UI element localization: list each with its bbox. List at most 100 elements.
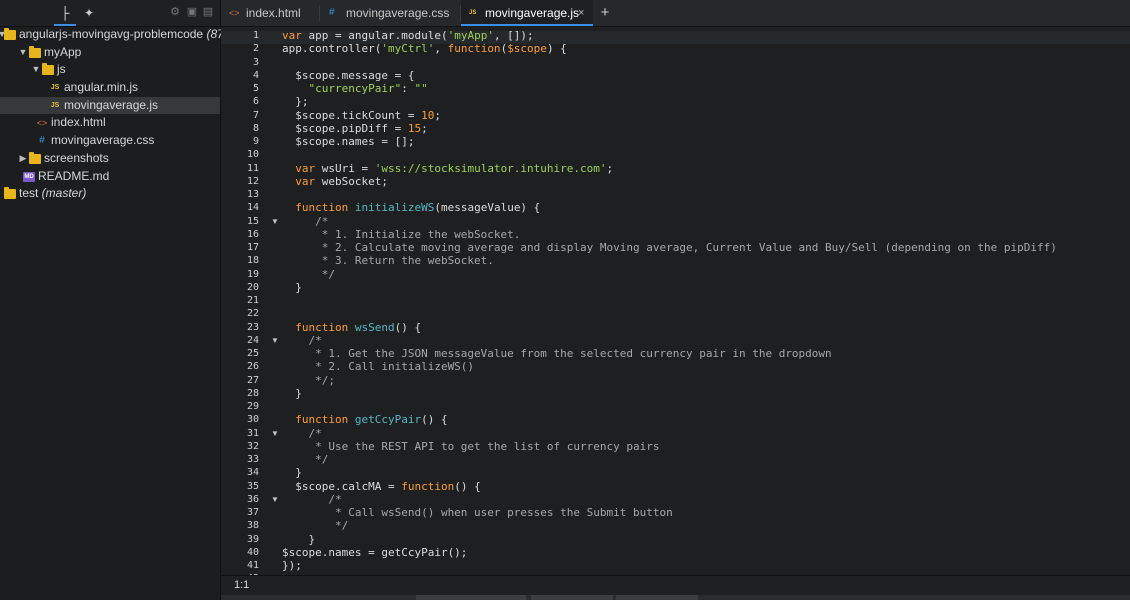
code-line[interactable]: } [282,533,315,546]
code-line[interactable]: $scope.names = []; [282,135,414,148]
code-line[interactable]: var webSocket; [282,175,388,188]
code-line[interactable]: function getCcyPair() { [282,413,447,426]
line-number: 37 [246,507,259,518]
code-editor[interactable]: 1 2 3 4 5 6 7 8 9 10 11 12 13 14 15 ▼ 16 17 18 19 20 21 22 23 24… [221,27,1130,575]
code-token: wsSend [354,320,395,334]
chevron-down-icon[interactable]: ▼ [31,61,41,79]
code-line[interactable]: } [282,281,302,294]
tree-item[interactable]: ▼ myApp [0,44,220,62]
tree-item[interactable]: ▶ screenshots [0,150,220,168]
line-number: 33 [246,454,259,465]
cursor-position[interactable]: 1:1 [234,579,249,591]
code-line[interactable]: */ [282,453,328,466]
code-token: $scope.tickCount = [282,108,422,122]
tab-movingaverage-js[interactable]: JS movingaverage.js × [461,0,593,27]
code-line[interactable]: } [282,387,302,400]
fold-toggle-icon[interactable]: ▼ [271,334,279,347]
fold-toggle-icon[interactable]: ▼ [271,427,279,440]
sidebar-header: ├ ✦ ⚙ ▣ ▤ [0,0,220,27]
tree-item[interactable]: ▼angularjs-movingavg-problemcode (87_1 [0,26,237,44]
code-line[interactable]: $scope.message = { [282,69,414,82]
line-number: 3 [252,56,259,68]
code-token: } [282,532,316,546]
code-token: function [282,201,349,215]
code-line[interactable]: * 1. Initialize the webSocket. [282,228,521,241]
code-line[interactable]: }); [282,559,302,572]
code-line[interactable]: function wsSend() { [282,321,421,334]
code-token: 'wss://stocksimulator.intuhire.com' [374,161,607,175]
gear-icon[interactable]: ⚙ [169,6,181,18]
code-line[interactable]: /* [282,215,328,228]
bottom-panel-tab[interactable] [416,595,526,600]
tab-index-html[interactable]: <> index.html [221,0,319,26]
fold-toggle-icon[interactable]: ▼ [271,493,279,506]
code-line[interactable]: } [282,466,302,479]
code-token: */ [282,519,349,533]
code-token: () { [394,320,422,334]
code-line[interactable]: */ [282,268,335,281]
structure-view-icon[interactable]: ✦ [81,5,97,21]
tree-item-label: README.md [38,168,110,183]
code-line[interactable]: var app = angular.module('myApp', []); [282,29,534,42]
add-tab-button[interactable]: + [598,0,612,25]
tree-item[interactable]: JS angular.min.js [0,79,220,97]
line-number: 26 [246,361,259,373]
code-line[interactable]: function initializeWS(messageValue) { [282,201,540,214]
line-number: 32 [246,440,259,452]
code-line[interactable]: * 3. Return the webSocket. [282,254,494,267]
line-number: 23 [246,321,259,333]
code-area[interactable]: var app = angular.module('myApp', []); ap… [282,27,1130,575]
code-token: , [434,42,448,56]
bottom-panel-tab[interactable] [616,595,698,600]
code-token: * 2. Call initializeWS() [282,360,475,374]
file-tree-view-icon[interactable]: ├ [54,5,76,26]
code-line[interactable]: */; [282,374,335,387]
html-file-icon: <> [36,118,48,129]
code-line[interactable]: /* [282,492,342,506]
code-token: /* [282,492,342,506]
code-line[interactable]: $scope.calcMA = function() { [282,480,480,493]
tree-item[interactable]: test (master) [0,185,220,203]
code-line[interactable]: $scope.pipDiff = 15; [282,122,427,135]
code-line[interactable]: var wsUri = 'wss://stocksimulator.intuhi… [282,162,613,175]
code-line[interactable]: /* [282,427,321,440]
tree-item[interactable]: ▼ js [0,61,220,79]
code-line[interactable]: * 1. Get the JSON messageValue from the … [282,347,832,360]
line-number: 25 [246,348,259,359]
html-file-icon: <> [229,8,240,18]
line-number: 15 [246,215,259,227]
tree-item[interactable]: MD README.md [0,168,220,186]
code-line[interactable]: $scope.names = getCcyPair(); [282,546,467,559]
line-number: 34 [246,467,259,479]
code-line[interactable]: * Call wsSend() when user presses the Su… [282,506,673,519]
tree-item[interactable]: JS movingaverage.js [0,96,220,115]
code-line[interactable]: /* [282,334,321,347]
folder-icon [42,63,54,76]
code-line[interactable]: */ [282,519,348,532]
bottom-panel-tab[interactable] [531,595,613,600]
code-line[interactable]: "currencyPair": "" [282,82,428,95]
tree-item[interactable]: # movingaverage.css [0,132,220,150]
tab-movingaverage-css[interactable]: # movingaverage.css [320,0,460,26]
code-line[interactable]: * 2. Call initializeWS() [282,360,474,373]
chevron-right-icon[interactable]: ▶ [18,150,28,168]
tab-bar: <> index.html # movingaverage.css JS mov… [221,0,1130,27]
code-token: function [447,42,501,56]
collapse-all-icon[interactable]: ▣ [186,6,198,18]
code-token: * 2. Calculate moving average and displa… [282,241,1057,254]
fold-toggle-icon[interactable]: ▼ [271,215,279,228]
close-tab-icon[interactable]: × [578,0,584,26]
code-line[interactable]: }; [282,95,308,108]
code-line[interactable]: $scope.tickCount = 10; [282,109,441,122]
code-token: * Call wsSend() when user presses the Su… [282,506,673,519]
hide-panel-icon[interactable]: ▤ [202,6,214,18]
code-line[interactable]: * Use the REST API to get the list of cu… [282,440,659,453]
code-token: app.controller( [282,42,382,56]
tree-item-label: test (master) [19,186,87,201]
code-line[interactable]: app.controller('myCtrl', function($scope… [282,42,567,55]
tree-item[interactable]: <> index.html [0,114,220,132]
code-token: ; [606,161,614,175]
chevron-down-icon[interactable]: ▼ [18,44,28,62]
code-line[interactable]: * 2. Calculate moving average and displa… [282,241,1057,254]
